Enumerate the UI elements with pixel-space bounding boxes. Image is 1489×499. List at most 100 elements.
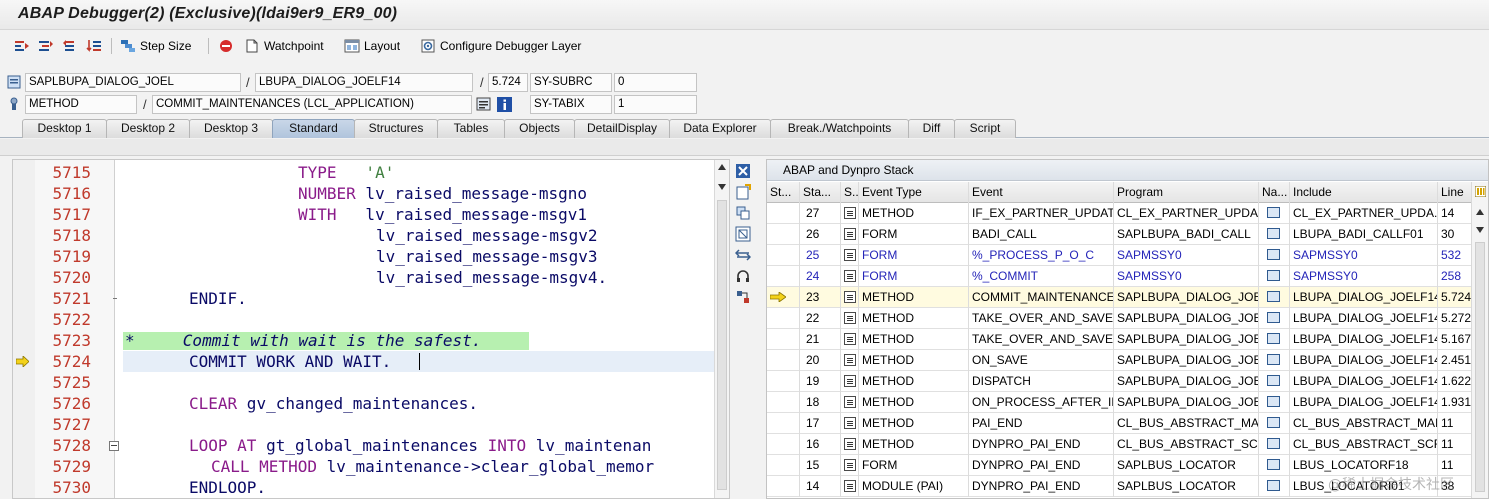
stack-level-cell: 26 <box>800 224 841 245</box>
navigate-cell[interactable] <box>1259 329 1290 350</box>
stack-row[interactable]: 25 FORM %_PROCESS_P_O_C SAPMSSY0 SAPMSSY0 532 <box>767 245 1473 266</box>
column-header[interactable]: Event Type <box>859 182 969 203</box>
navigate-icon[interactable] <box>1267 417 1280 429</box>
stack-row[interactable]: 18 METHODON_PROCESS_AFTER_IN...SAPLBUPA_D… <box>767 392 1473 413</box>
navigate-icon[interactable] <box>1267 312 1280 324</box>
navigate-icon[interactable] <box>1267 249 1280 261</box>
navigate-cell[interactable] <box>1259 287 1290 308</box>
column-header[interactable]: Include <box>1290 182 1438 203</box>
fold-toggle[interactable] <box>109 441 119 451</box>
navigate-cell[interactable] <box>1259 476 1290 497</box>
scroll-up-icon[interactable] <box>718 164 726 170</box>
tab-tables[interactable]: Tables <box>437 119 505 138</box>
tab-standard[interactable]: Standard <box>272 119 355 138</box>
scroll-thumb[interactable] <box>1475 242 1485 492</box>
navigate-icon[interactable] <box>1267 438 1280 450</box>
navigate-cell[interactable] <box>1259 245 1290 266</box>
scroll-down-icon[interactable] <box>718 184 726 190</box>
navigate-cell[interactable] <box>1259 350 1290 371</box>
navigate-cell[interactable] <box>1259 203 1290 224</box>
program-cell: CL_BUS_ABSTRACT_SCR... <box>1114 434 1259 455</box>
tab-break-watchpoints[interactable]: Break./Watchpoints <box>770 119 909 138</box>
scroll-up-icon[interactable] <box>1476 209 1484 215</box>
tab-desktop-3[interactable]: Desktop 3 <box>189 119 273 138</box>
navigate-cell[interactable] <box>1259 224 1290 245</box>
info-icon[interactable] <box>497 97 512 112</box>
swap-icon[interactable] <box>735 247 751 263</box>
maximize-icon[interactable] <box>735 226 751 242</box>
tab-data-explorer[interactable]: Data Explorer <box>669 119 771 138</box>
navigate-cell[interactable] <box>1259 392 1290 413</box>
stack-row[interactable]: 27 METHOD IF_EX_PARTNER_UPDAT... CL_EX_PART… <box>767 203 1473 224</box>
stack-row[interactable]: 21 METHOD TAKE_OVER_AND_SAVE... SAPLBUPA_DI… <box>767 329 1473 350</box>
include-field[interactable]: LBUPA_DIALOG_JOELF14 <box>255 73 473 92</box>
watchpoint-button[interactable]: Watchpoint <box>244 36 324 56</box>
settings-icon[interactable] <box>735 289 751 305</box>
kind-field[interactable]: METHOD <box>25 95 137 114</box>
configure-debugger-layer-button[interactable]: Configure Debugger Layer <box>420 36 581 56</box>
sy-tabix-value[interactable]: 1 <box>614 95 697 114</box>
tab-script[interactable]: Script <box>954 119 1016 138</box>
column-settings-icon[interactable] <box>1475 186 1486 197</box>
navigate-icon[interactable] <box>1267 207 1280 219</box>
program-field[interactable]: SAPLBUPA_DIALOG_JOEL <box>25 73 241 92</box>
execute-button[interactable] <box>38 36 54 56</box>
stack-row[interactable]: 26 FORM BADI_CALL SAPLBUPA_BADI_CALL LBUPA_B… <box>767 224 1473 245</box>
continue-button[interactable] <box>86 36 102 56</box>
stop-button[interactable] <box>218 36 234 56</box>
stack-row[interactable]: 20 METHOD ON_SAVE SAPLBUPA_DIALOG_JOEL LBUPA… <box>767 350 1473 371</box>
stack-row[interactable]: 16 METHOD DYNPRO_PAI_END CL_BUS_ABSTRACT_SC… <box>767 434 1473 455</box>
column-header[interactable]: Na... <box>1259 182 1290 203</box>
step-size-button[interactable]: Step Size <box>120 36 191 56</box>
column-header[interactable]: S... <box>841 182 859 203</box>
navigate-icon[interactable] <box>1267 354 1280 366</box>
navigate-cell[interactable] <box>1259 266 1290 287</box>
scroll-down-icon[interactable] <box>1476 227 1484 233</box>
navigate-icon[interactable] <box>1267 291 1280 303</box>
stack-row[interactable]: 19 METHOD DISPATCH SAPLBUPA_DIALOG_JOEL LBUP… <box>767 371 1473 392</box>
return-button[interactable] <box>62 36 78 56</box>
navigate-cell[interactable] <box>1259 434 1290 455</box>
stack-row-current[interactable]: 23 METHOD COMMIT_MAINTENANCES SAPLBUPA_DIAL… <box>767 287 1473 308</box>
navigate-cell[interactable] <box>1259 371 1290 392</box>
navigate-icon[interactable] <box>1267 459 1280 471</box>
navigate-cell[interactable] <box>1259 308 1290 329</box>
navigate-icon[interactable] <box>1267 333 1280 345</box>
close-icon[interactable] <box>735 163 751 179</box>
column-header[interactable]: Event <box>969 182 1114 203</box>
services-icon[interactable] <box>735 268 751 284</box>
stack-row[interactable]: 24 FORM %_COMMIT SAPMSSY0 SAPMSSY0 258 <box>767 266 1473 287</box>
replace-tool-icon[interactable] <box>735 205 751 221</box>
stack-row[interactable]: 15 FORM DYNPRO_PAI_END SAPLBUS_LOCATOR LBUS_… <box>767 455 1473 476</box>
scroll-thumb[interactable] <box>717 200 727 490</box>
tab-structures[interactable]: Structures <box>354 119 438 138</box>
stack-scrollbar[interactable] <box>1471 182 1488 498</box>
navigate-cell[interactable] <box>1259 455 1290 476</box>
new-tool-icon[interactable] <box>735 184 751 200</box>
column-header[interactable]: Line <box>1438 182 1473 203</box>
sy-subrc-value[interactable]: 0 <box>614 73 697 92</box>
tab-objects[interactable]: Objects <box>504 119 575 138</box>
tab-desktop-1[interactable]: Desktop 1 <box>22 119 107 138</box>
navigate-icon[interactable] <box>1267 228 1280 240</box>
tab-detaildisplay[interactable]: DetailDisplay <box>574 119 670 138</box>
navigate-cell[interactable] <box>1259 413 1290 434</box>
stack-row[interactable]: 17 METHOD PAI_END CL_BUS_ABSTRACT_MAI... CL_… <box>767 413 1473 434</box>
layout-button[interactable]: Layout <box>344 36 400 56</box>
line-field[interactable]: 5.724 <box>488 73 528 92</box>
column-header[interactable]: St... <box>767 182 800 203</box>
tab-desktop-2[interactable]: Desktop 2 <box>106 119 190 138</box>
column-header[interactable]: Program <box>1114 182 1259 203</box>
navigate-icon[interactable] <box>1267 375 1280 387</box>
single-step-button[interactable] <box>14 36 30 56</box>
editor-scrollbar[interactable] <box>714 160 729 498</box>
stack-row[interactable]: 22 METHOD TAKE_OVER_AND_SAVE SAPLBUPA_DIALO… <box>767 308 1473 329</box>
navigate-icon[interactable] <box>1267 270 1280 282</box>
tab-diff[interactable]: Diff <box>908 119 955 138</box>
navigate-icon[interactable] <box>1267 396 1280 408</box>
column-header[interactable]: Sta... <box>800 182 841 203</box>
navigate-icon[interactable] <box>476 97 492 112</box>
method-field[interactable]: COMMIT_MAINTENANCES (LCL_APPLICATION) <box>152 95 472 114</box>
source-code-editor[interactable]: 5715 TYPE 'A' 5716 NUMBER lv_raised_mess… <box>12 159 730 499</box>
navigate-icon[interactable] <box>1267 480 1280 492</box>
